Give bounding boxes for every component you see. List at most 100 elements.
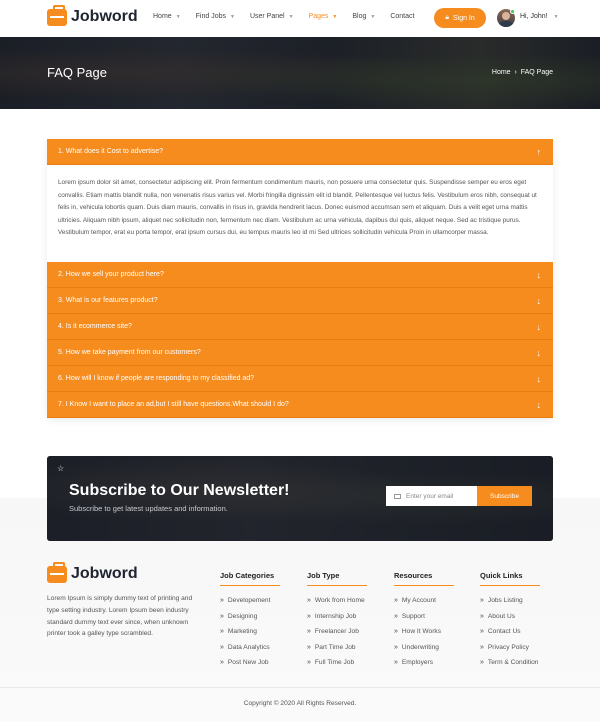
arrow-down-icon: ↓	[536, 295, 542, 306]
footer-link[interactable]: » Underwriting	[394, 640, 454, 656]
footer-link[interactable]: » Support	[394, 609, 454, 625]
double-chevron-right-icon: »	[480, 628, 484, 636]
header: Jobword Home ▼ Find Jobs ▼ User Panel ▼ Pages ▼…	[0, 0, 600, 37]
footer-link[interactable]: » Marketing	[220, 624, 280, 640]
star-icon: ☆	[57, 464, 65, 473]
footer-link[interactable]: » Data Analytics	[220, 640, 280, 656]
nav-blog[interactable]: Blog ▼	[352, 13, 375, 20]
nav-find-jobs[interactable]: Find Jobs ▼	[196, 13, 235, 20]
double-chevron-right-icon: »	[220, 612, 224, 620]
footer-link[interactable]: » Privacy Policy	[480, 640, 540, 656]
nav-pages[interactable]: Pages ▼	[309, 13, 338, 20]
faq-question-2[interactable]: 2. How we sell your product here? ↓	[47, 262, 553, 288]
double-chevron-right-icon: »	[480, 612, 484, 620]
faq-question-1[interactable]: 1. What does it Cost to advertise? ↑	[47, 139, 553, 165]
footer-link[interactable]: » Post New Job	[220, 655, 280, 671]
footer-column-title: Resources	[394, 571, 454, 586]
double-chevron-right-icon: »	[220, 643, 224, 651]
subscribe-button[interactable]: Subscribe	[477, 486, 532, 506]
user-menu[interactable]: Hi, John! ▼	[520, 13, 559, 20]
faq-question-5[interactable]: 5. How we take payment from our customer…	[47, 340, 553, 366]
double-chevron-right-icon: »	[220, 659, 224, 667]
nav-user-panel[interactable]: User Panel ▼	[250, 13, 294, 20]
footer-link[interactable]: » Developement	[220, 593, 280, 609]
footer-column-quick-links: Quick Links » Jobs Listing» About Us» Contac…	[480, 565, 540, 671]
footer-link[interactable]: » Contact Us	[480, 624, 540, 640]
nav-contact[interactable]: Contact	[390, 13, 414, 20]
double-chevron-right-icon: »	[394, 643, 398, 651]
footer-column-title: Job Categories	[220, 571, 280, 586]
footer-column-job-type: Job Type» Work from Home» Internship Job» F…	[307, 565, 367, 671]
logo[interactable]: Jobword	[47, 4, 138, 26]
faq-question-7[interactable]: 7. I Know I want to place an ad,but I st…	[47, 392, 553, 418]
footer-logo[interactable]: Jobword	[47, 561, 138, 583]
breadcrumb-home[interactable]: Home	[492, 69, 511, 76]
chevron-down-icon: ▼	[370, 13, 376, 20]
footer-link[interactable]: » Internship Job	[307, 609, 367, 625]
divider	[0, 687, 600, 688]
breadcrumb-current: FAQ Page	[520, 69, 553, 76]
page-title: FAQ Page	[47, 65, 107, 80]
email-input[interactable]: Enter your email	[386, 486, 477, 506]
brand-name: Jobword	[71, 8, 138, 25]
newsletter-box: ☆ Subscribe to Our Newsletter! Subscribe…	[47, 456, 553, 541]
double-chevron-right-icon: »	[220, 628, 224, 636]
double-chevron-right-icon: »	[394, 628, 398, 636]
double-chevron-right-icon: »	[307, 612, 311, 620]
double-chevron-right-icon: »	[394, 612, 398, 620]
briefcase-icon	[47, 561, 67, 583]
sign-in-button[interactable]: 🔒︎ Sign In	[434, 8, 486, 28]
chevron-down-icon: ▼	[288, 13, 294, 20]
faq-question-3[interactable]: 3. What is our features product? ↓	[47, 288, 553, 314]
footer-link[interactable]: » Term & Condition	[480, 655, 540, 671]
double-chevron-right-icon: »	[220, 597, 224, 605]
footer-link[interactable]: » About Us	[480, 609, 540, 625]
mail-icon	[394, 493, 401, 499]
double-chevron-right-icon: »	[394, 659, 398, 667]
double-chevron-right-icon: »	[307, 628, 311, 636]
footer-link[interactable]: » How It Works	[394, 624, 454, 640]
nav-home[interactable]: Home ▼	[153, 13, 181, 20]
arrow-down-icon: ↓	[536, 347, 542, 358]
footer-link[interactable]: » Work from Home	[307, 593, 367, 609]
arrow-down-icon: ↓	[536, 373, 542, 384]
footer-link[interactable]: » Designing	[220, 609, 280, 625]
chevron-down-icon: ▼	[175, 13, 181, 20]
newsletter-subtitle: Subscribe to get latest updates and info…	[69, 504, 228, 513]
faq-answer-1: Lorem ipsum dolor sit amet, consectetur …	[47, 165, 553, 262]
arrow-down-icon: ↓	[536, 399, 542, 410]
double-chevron-right-icon: »	[307, 643, 311, 651]
double-chevron-right-icon: »	[307, 659, 311, 667]
footer-link[interactable]: » Part Time Job	[307, 640, 367, 656]
main-nav: Home ▼ Find Jobs ▼ User Panel ▼ Pages ▼ Blog ▼ Con…	[153, 13, 429, 20]
footer-column-job-categories: Job Categories » Developement» Designing» Ma…	[220, 565, 280, 671]
footer-link[interactable]: » Full Time Job	[307, 655, 367, 671]
arrow-down-icon: ↓	[536, 269, 542, 280]
double-chevron-right-icon: »	[480, 597, 484, 605]
chevron-down-icon: ▼	[230, 13, 235, 20]
faq-accordion: 1. What does it Cost to advertise? ↑ Lorem…	[47, 139, 553, 418]
double-chevron-right-icon: »	[480, 643, 484, 651]
arrow-up-icon: ↑	[536, 146, 542, 157]
chevron-down-icon: ▼	[332, 13, 338, 20]
briefcase-icon	[47, 4, 67, 26]
breadcrumb: Home › FAQ Page	[492, 69, 553, 76]
page-banner: FAQ Page Home › FAQ Page	[0, 37, 600, 109]
faq-question-4[interactable]: 4. Is it ecommerce site? ↓	[47, 314, 553, 340]
footer-about-text: Lorem Ipsum is simply dummy text of prin…	[47, 595, 193, 638]
footer-link[interactable]: » Jobs Listing	[480, 593, 540, 609]
footer-column-title: Job Type	[307, 571, 367, 586]
double-chevron-right-icon: »	[480, 659, 484, 667]
faq-question-6[interactable]: 6. How will I know if people are respond…	[47, 366, 553, 392]
chevron-down-icon: ▼	[553, 14, 559, 20]
arrow-down-icon: ↓	[536, 321, 542, 332]
double-chevron-right-icon: »	[307, 597, 311, 605]
footer-link[interactable]: » Freelancer Job	[307, 624, 367, 640]
copyright: Copyright © 2020 All Rights Reserved.	[243, 700, 357, 707]
breadcrumb-separator: ›	[514, 69, 517, 76]
double-chevron-right-icon: »	[394, 597, 398, 605]
footer-brand-name: Jobword	[71, 565, 138, 582]
footer-link[interactable]: » Employers	[394, 655, 454, 671]
newsletter-title: Subscribe to Our Newsletter!	[69, 482, 290, 499]
footer-link[interactable]: » My Account	[394, 593, 454, 609]
